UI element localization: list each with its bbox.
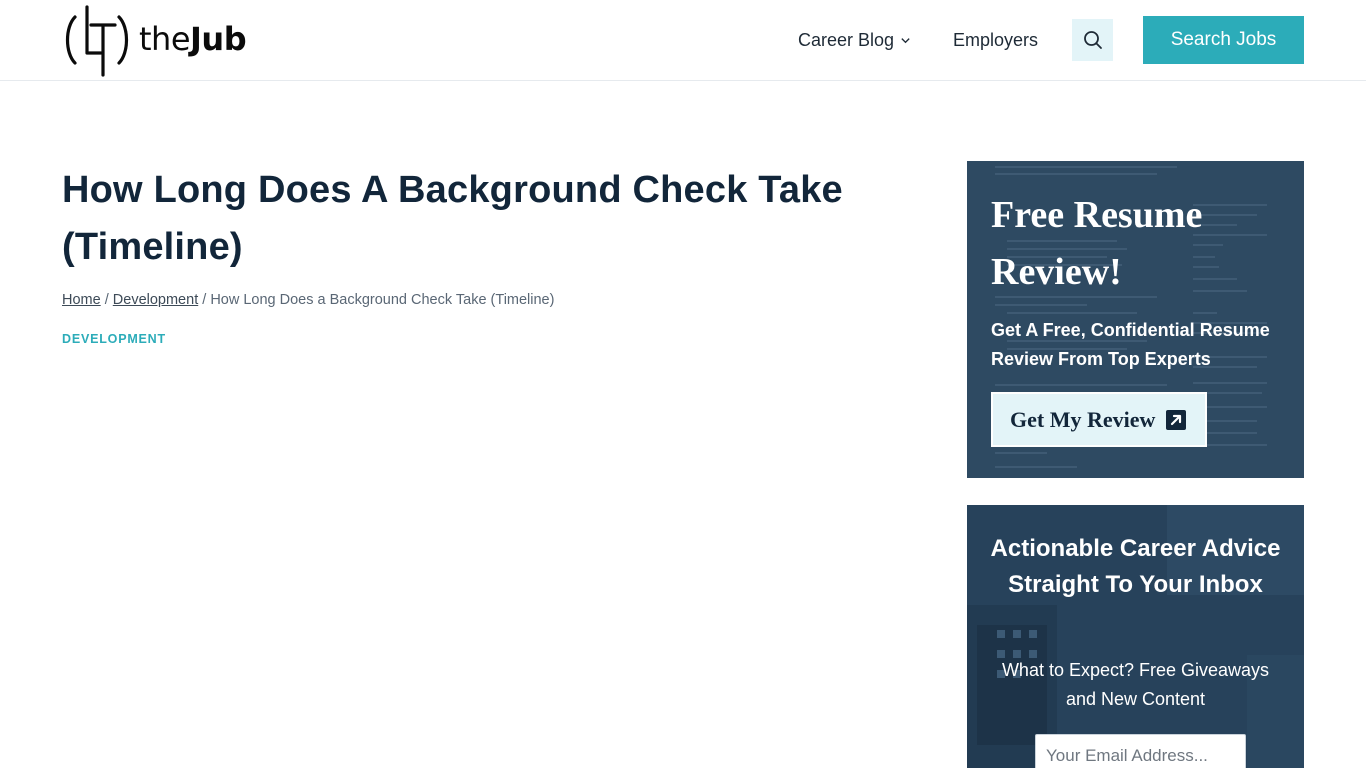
breadcrumb-current: How Long Does a Background Check Take (T… — [210, 292, 555, 308]
breadcrumb-separator: / — [198, 292, 211, 308]
promo-title: Free Resume Review! — [991, 194, 1203, 293]
newsletter-subtitle: What to Expect? Free Giveaways and New C… — [1001, 660, 1270, 709]
category-link[interactable]: DEVELOPMENT — [62, 332, 166, 346]
nav-employers[interactable]: Employers — [953, 16, 1038, 64]
resume-review-widget: Free Resume Review! Get A Free, Confiden… — [967, 161, 1304, 478]
get-my-review-label: Get My Review — [1010, 406, 1156, 432]
breadcrumb-development-link[interactable]: Development — [113, 292, 198, 308]
page-title: How Long Does A Background Check Take (T… — [62, 169, 843, 268]
logo-text-jub: Jub — [190, 20, 247, 58]
search-button[interactable] — [1072, 19, 1113, 61]
nav-career-blog-label: Career Blog — [798, 29, 895, 50]
external-link-icon — [1166, 409, 1187, 430]
nav-employers-link[interactable]: Employers — [953, 30, 1038, 51]
chevron-down-icon — [901, 37, 910, 43]
breadcrumb-separator: / — [100, 292, 113, 308]
logo-text-the: the — [139, 20, 191, 58]
breadcrumb-home-link[interactable]: Home — [62, 292, 101, 308]
newsletter-widget: Actionable Career Advice Straight To You… — [967, 505, 1304, 768]
get-my-review-button[interactable]: Get My Review — [991, 392, 1207, 447]
site-logo[interactable]: theJub — [61, 3, 276, 77]
newsletter-title: Actionable Career Advice Straight To You… — [990, 535, 1281, 598]
logo-mark-icon — [65, 5, 129, 77]
nav-career-blog[interactable]: Career Blog — [798, 16, 911, 64]
email-input[interactable] — [1035, 734, 1246, 768]
site-header: theJub Career Blog Employers Search Jobs — [0, 0, 1366, 81]
breadcrumb: Home / Development / How Long Does a Bac… — [62, 292, 554, 308]
logo-wordmark: theJub — [139, 20, 247, 58]
promo-subtitle: Get A Free, Confidential Resume Review F… — [991, 320, 1270, 369]
search-jobs-button[interactable]: Search Jobs — [1143, 16, 1304, 64]
nav-career-blog-link[interactable]: Career Blog — [798, 30, 911, 51]
search-icon — [1083, 31, 1102, 49]
